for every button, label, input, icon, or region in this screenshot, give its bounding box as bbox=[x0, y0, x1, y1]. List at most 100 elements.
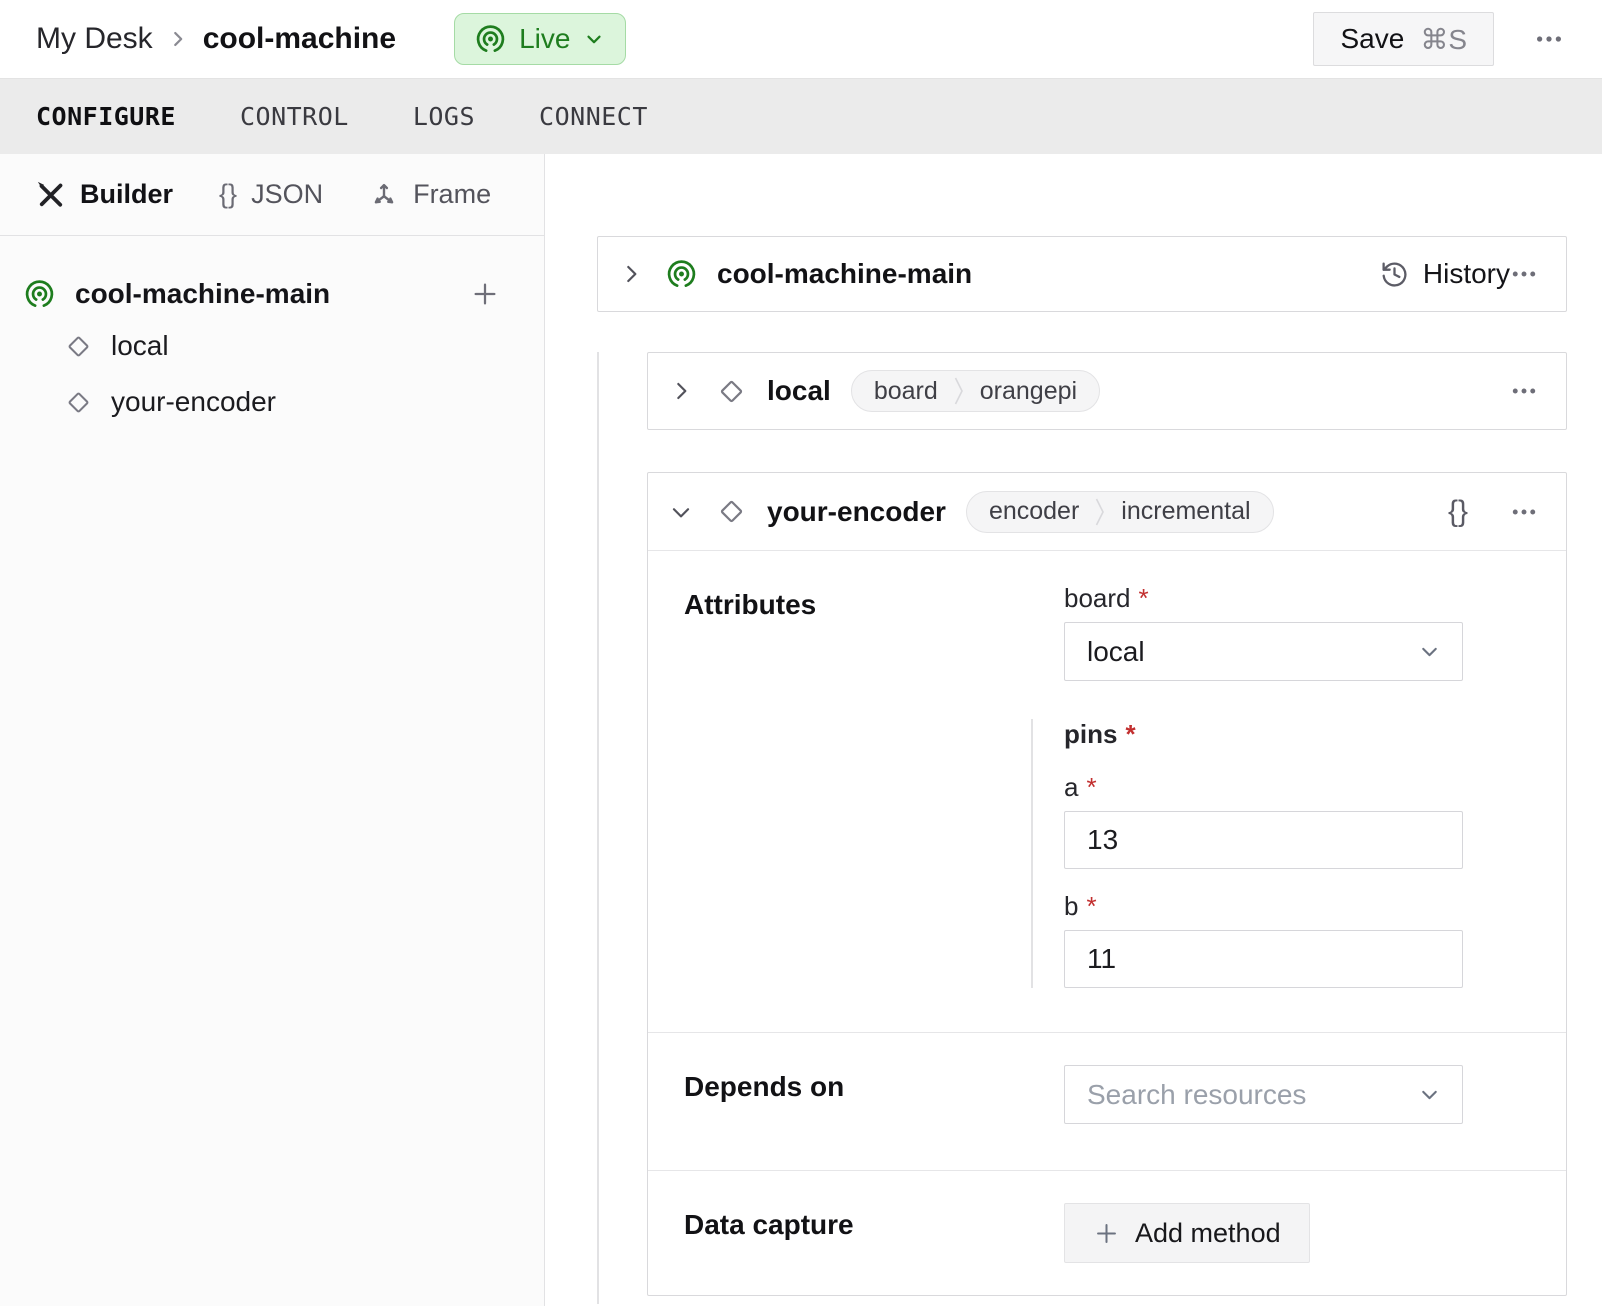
add-method-button[interactable]: Add method bbox=[1064, 1203, 1310, 1263]
breadcrumb-my-desk[interactable]: My Desk bbox=[36, 22, 153, 56]
board-select[interactable]: local bbox=[1064, 622, 1463, 681]
resource-type-badge: board orangepi bbox=[851, 370, 1100, 412]
machine-part-menu-button[interactable] bbox=[1510, 260, 1538, 288]
tree-node-local[interactable]: local bbox=[64, 318, 500, 374]
local-board-menu-button[interactable] bbox=[1510, 377, 1538, 405]
tools-icon bbox=[36, 180, 66, 210]
collapse-chevron-down-icon[interactable] bbox=[668, 499, 694, 525]
history-clock-icon bbox=[1380, 260, 1409, 289]
your-encoder-menu-button[interactable] bbox=[1510, 498, 1538, 526]
resource-type: encoder bbox=[989, 497, 1079, 526]
view-tab-json-label: JSON bbox=[251, 179, 323, 210]
plus-icon bbox=[470, 279, 500, 309]
your-encoder-card: your-encoder encoder incremental {} bbox=[647, 472, 1567, 1296]
ellipsis-icon bbox=[1510, 260, 1538, 288]
your-encoder-card-header: your-encoder encoder incremental {} bbox=[648, 473, 1566, 551]
add-method-label: Add method bbox=[1135, 1218, 1281, 1249]
add-resource-button[interactable] bbox=[470, 279, 500, 309]
chevron-down-icon bbox=[1417, 1082, 1442, 1107]
required-marker: * bbox=[1139, 583, 1149, 613]
breadcrumb-machine-name: cool-machine bbox=[203, 22, 396, 56]
local-board-title: local bbox=[767, 375, 831, 407]
config-sidebar: Builder {} JSON Frame bbox=[0, 154, 545, 1306]
badge-separator-icon bbox=[954, 376, 964, 406]
component-diamond-icon bbox=[716, 376, 747, 407]
expand-chevron-right-icon[interactable] bbox=[668, 378, 694, 404]
pin-b-field: b* bbox=[1064, 891, 1463, 988]
save-button[interactable]: Save ⌘S bbox=[1313, 12, 1494, 66]
pin-a-field: a* bbox=[1064, 772, 1463, 869]
header-overflow-menu-button[interactable] bbox=[1534, 24, 1564, 54]
tree-node-your-encoder-label: your-encoder bbox=[111, 386, 276, 418]
resource-type-badge: encoder incremental bbox=[966, 491, 1274, 533]
view-tab-frame[interactable]: Frame bbox=[369, 179, 491, 210]
content-area: Builder {} JSON Frame bbox=[0, 154, 1602, 1306]
required-marker: * bbox=[1086, 772, 1096, 802]
edit-json-braces-icon[interactable]: {} bbox=[1448, 495, 1468, 529]
resource-model: incremental bbox=[1121, 497, 1250, 526]
ellipsis-icon bbox=[1510, 377, 1538, 405]
component-diamond-icon bbox=[64, 332, 93, 361]
machine-tab-bar: CONFIGURE CONTROL LOGS CONNECT bbox=[0, 78, 1602, 154]
chevron-down-icon bbox=[583, 28, 605, 50]
depends-on-select[interactable]: Search resources bbox=[1064, 1065, 1463, 1124]
tab-connect[interactable]: CONNECT bbox=[539, 102, 648, 131]
builder-panel: cool-machine-main History bbox=[545, 154, 1602, 1306]
pin-b-input[interactable] bbox=[1064, 930, 1463, 988]
tab-control[interactable]: CONTROL bbox=[240, 102, 349, 131]
attributes-form: board* local bbox=[1031, 583, 1463, 988]
view-tab-frame-label: Frame bbox=[413, 179, 491, 210]
expand-chevron-right-icon[interactable] bbox=[618, 261, 644, 287]
braces-icon: {} bbox=[219, 179, 237, 210]
resource-type: board bbox=[874, 377, 938, 406]
your-encoder-title: your-encoder bbox=[767, 496, 946, 528]
machine-part-icon bbox=[24, 279, 55, 310]
required-marker: * bbox=[1125, 719, 1135, 749]
machine-live-icon bbox=[475, 24, 506, 55]
pin-a-input[interactable] bbox=[1064, 811, 1463, 869]
local-board-card: local board orangepi bbox=[647, 352, 1567, 430]
save-shortcut-hint: ⌘S bbox=[1420, 23, 1467, 56]
pin-a-label: a* bbox=[1064, 772, 1463, 803]
live-status-label: Live bbox=[519, 23, 570, 55]
data-capture-section: Data capture Add method bbox=[648, 1170, 1566, 1295]
tree-node-machine-part[interactable]: cool-machine-main bbox=[24, 270, 500, 318]
breadcrumb-chevron-icon bbox=[167, 28, 189, 50]
tree-node-your-encoder[interactable]: your-encoder bbox=[64, 374, 500, 430]
component-diamond-icon bbox=[716, 496, 747, 527]
data-capture-label: Data capture bbox=[684, 1203, 854, 1263]
history-label: History bbox=[1423, 258, 1510, 290]
pins-group: pins* a* b* bbox=[1031, 719, 1463, 988]
machine-part-title: cool-machine-main bbox=[717, 258, 972, 290]
view-tab-json[interactable]: {} JSON bbox=[219, 179, 323, 210]
tab-configure[interactable]: CONFIGURE bbox=[36, 102, 176, 131]
live-status-dropdown[interactable]: Live bbox=[454, 13, 626, 65]
machine-part-card: cool-machine-main History bbox=[597, 236, 1567, 312]
component-diamond-icon bbox=[64, 388, 93, 417]
breadcrumb: My Desk cool-machine bbox=[36, 22, 396, 56]
history-button[interactable]: History bbox=[1380, 258, 1510, 290]
badge-separator-icon bbox=[1095, 497, 1105, 527]
view-tab-builder-label: Builder bbox=[80, 179, 173, 210]
board-select-value: local bbox=[1087, 636, 1145, 668]
depends-on-form: Search resources bbox=[1031, 1065, 1463, 1124]
tree-node-local-label: local bbox=[111, 330, 169, 362]
attributes-section: Attributes board* local bbox=[648, 551, 1566, 1032]
viam-machine-config-page: My Desk cool-machine Live Save ⌘S bbox=[0, 0, 1602, 1306]
save-label: Save bbox=[1340, 23, 1404, 55]
machine-part-icon bbox=[666, 259, 697, 290]
resource-model: orangepi bbox=[980, 377, 1077, 406]
pins-group-label: pins* bbox=[1064, 719, 1463, 750]
ellipsis-icon bbox=[1510, 498, 1538, 526]
tab-logs[interactable]: LOGS bbox=[413, 102, 475, 131]
depends-on-label: Depends on bbox=[684, 1065, 844, 1124]
view-tab-builder[interactable]: Builder bbox=[36, 179, 173, 210]
ellipsis-icon bbox=[1534, 24, 1564, 54]
board-field-label: board* bbox=[1064, 583, 1463, 614]
frame-axes-icon bbox=[369, 180, 399, 210]
depends-on-section: Depends on Search resources bbox=[648, 1032, 1566, 1170]
sidebar-view-switcher: Builder {} JSON Frame bbox=[0, 154, 544, 236]
pin-b-label: b* bbox=[1064, 891, 1463, 922]
data-capture-form: Add method bbox=[1031, 1203, 1463, 1263]
attributes-section-label: Attributes bbox=[684, 583, 816, 988]
